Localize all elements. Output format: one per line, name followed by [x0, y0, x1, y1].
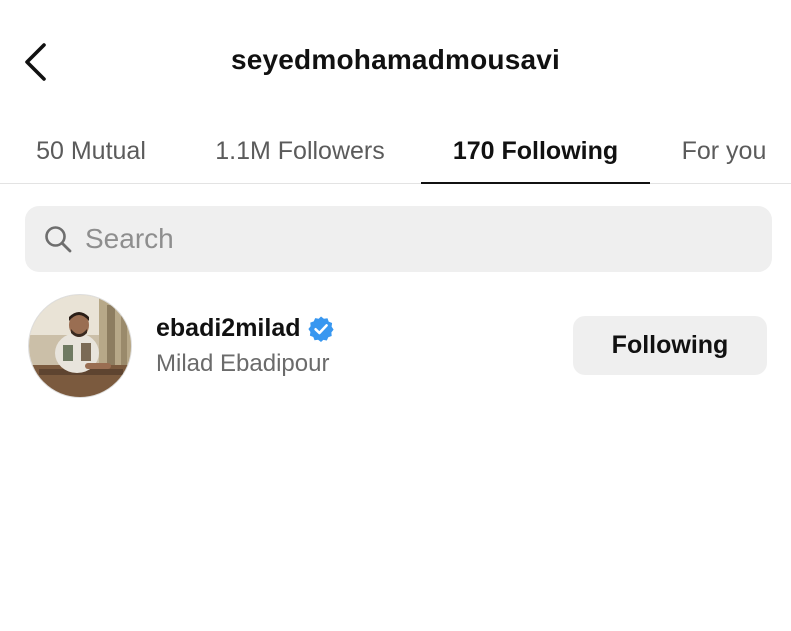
search-icon — [45, 226, 72, 253]
profile-username-title: seyedmohamadmousavi — [230, 44, 561, 75]
search-placeholder: Search — [85, 223, 174, 254]
profile-photo — [29, 295, 131, 397]
following-button[interactable]: Following — [573, 316, 767, 375]
verified-badge-icon — [307, 316, 334, 342]
tab-following[interactable]: 170 Following — [421, 118, 650, 184]
tab-followers[interactable]: 1.1M Followers — [200, 118, 400, 184]
username[interactable]: ebadi2milad — [156, 314, 301, 343]
tab-bar: 50 Mutual 1.1M Followers 170 Following F… — [0, 118, 791, 184]
tab-for-you[interactable]: For you — [670, 118, 778, 184]
tab-mutual[interactable]: 50 Mutual — [14, 118, 168, 184]
list-item: ebadi2milad Milad Ebadipour Following — [0, 290, 791, 402]
following-list-screen: seyedmohamadmousavi 50 Mutual 1.1M Follo… — [0, 0, 791, 631]
search-input[interactable]: Search — [25, 206, 772, 272]
full-name: Milad Ebadipour — [156, 350, 330, 377]
username-line: ebadi2milad — [156, 314, 335, 343]
avatar[interactable] — [28, 294, 132, 398]
active-tab-indicator — [421, 182, 650, 184]
